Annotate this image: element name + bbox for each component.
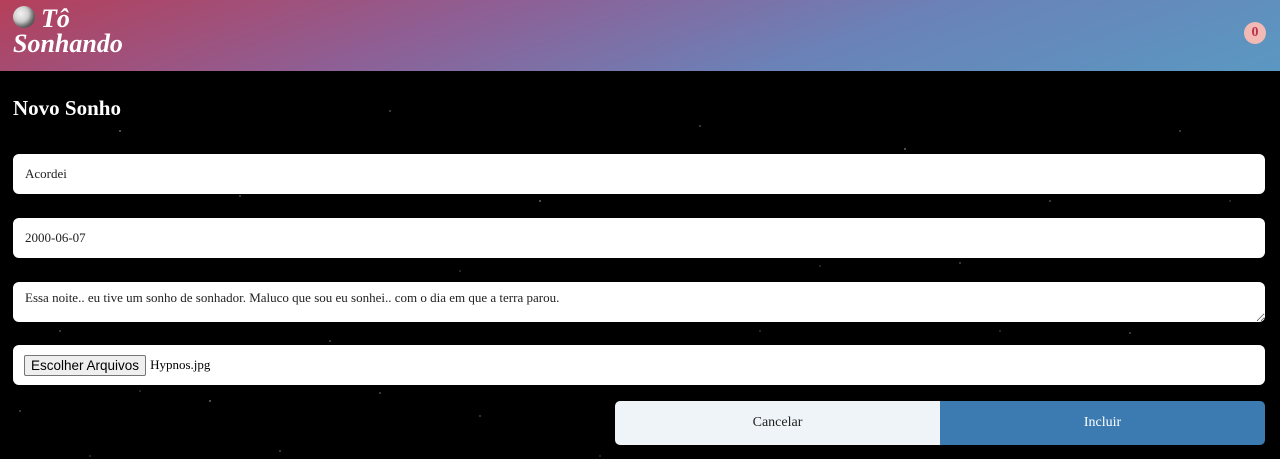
brand-line-2: Sonhando: [13, 29, 123, 58]
brand-logo[interactable]: Tô Sonhando: [13, 6, 123, 58]
file-upload-field: Escolher Arquivos Hypnos.jpg: [13, 345, 1265, 385]
form-actions: Cancelar Incluir: [615, 401, 1265, 445]
choose-file-button[interactable]: Escolher Arquivos: [24, 354, 147, 376]
dream-title-input[interactable]: [13, 154, 1265, 194]
dream-date-input[interactable]: [13, 218, 1265, 258]
notification-badge[interactable]: 0: [1244, 22, 1266, 44]
page-title: Novo Sonho: [13, 96, 121, 120]
dream-description-textarea[interactable]: Essa noite.. eu tive um sonho de sonhado…: [13, 282, 1265, 322]
selected-file-name: Hypnos.jpg: [150, 357, 211, 372]
moon-icon: [13, 6, 35, 28]
cancel-button[interactable]: Cancelar: [615, 401, 940, 445]
submit-button[interactable]: Incluir: [940, 401, 1265, 445]
app-header: Tô Sonhando 0: [0, 0, 1280, 71]
